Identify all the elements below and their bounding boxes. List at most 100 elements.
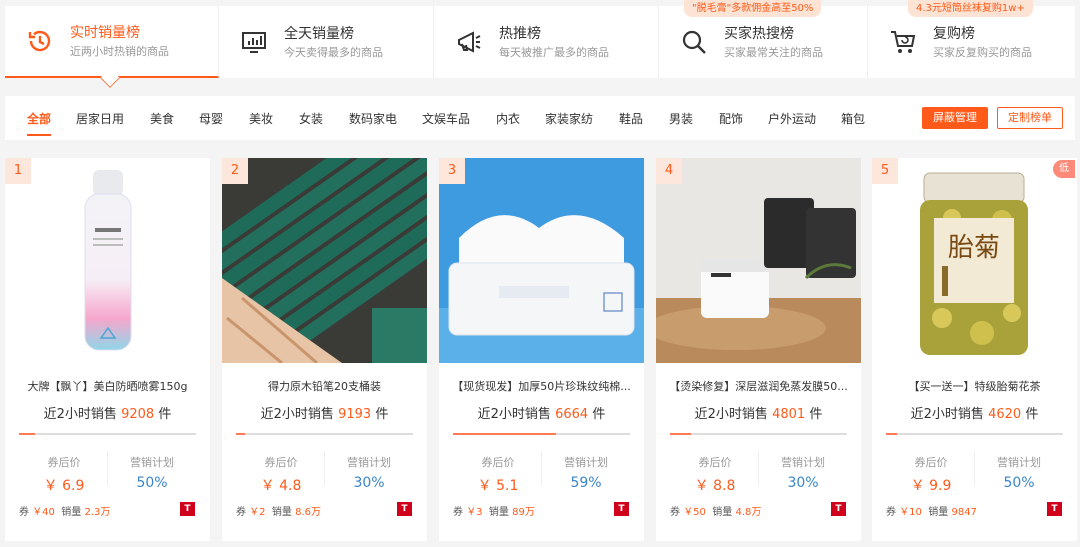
- volume-value: 89万: [512, 507, 535, 518]
- marketing-plan: 营销计划 30%: [758, 454, 848, 491]
- price-value: ￥ 6.9: [43, 478, 85, 494]
- sales-progress-fill: [670, 433, 692, 435]
- price-value: ￥ 5.1: [477, 478, 519, 494]
- coupon-value: ￥3: [466, 507, 483, 518]
- coupon-volume: 券 ￥3 销量 89万: [453, 503, 535, 518]
- rank-badge: 2: [222, 158, 248, 184]
- coupon-label: 券: [453, 507, 463, 518]
- sales-progress-bar: [886, 433, 1063, 435]
- sales-line: 近2小时销售 4620 件: [872, 403, 1077, 422]
- tab-buyer-search[interactable]: 买家热搜榜 买家最常关注的商品 "脱毛膏"多款佣金高至50%: [659, 0, 868, 78]
- tab-title: 复购榜: [933, 25, 975, 42]
- sales-line: 近2小时销售 9193 件: [222, 403, 427, 422]
- sales-line: 近2小时销售 6664 件: [439, 403, 644, 422]
- product-title[interactable]: 得力原木铅笔20支桶装: [222, 378, 427, 394]
- price-label: 券后价: [698, 456, 732, 469]
- tab-subtitle: 买家最常关注的商品: [724, 45, 823, 59]
- coupon-volume: 券 ￥50 销量 4.8万: [670, 503, 761, 518]
- active-tab-caret: [100, 68, 120, 88]
- sales-unit: 件: [1025, 407, 1039, 422]
- jar-label-text: 胎菊: [948, 233, 1000, 263]
- sales-progress-bar: [670, 433, 847, 435]
- product-title[interactable]: 【烫染修复】深层滋润免蒸发膜50...: [656, 378, 861, 394]
- category-entertainment[interactable]: 文娱车品: [422, 110, 470, 127]
- category-furnishing[interactable]: 家装家纺: [545, 110, 593, 127]
- tmall-icon: T: [1047, 502, 1062, 516]
- sales-progress-bar: [19, 433, 196, 435]
- product-image[interactable]: 胎菊: [872, 158, 1077, 363]
- product-title[interactable]: 大牌【飘丫】美白防晒喷雾150g: [5, 378, 210, 394]
- tab-subtitle: 买家反复购买的商品: [933, 45, 1032, 59]
- sales-count: 4801: [772, 407, 806, 422]
- tab-subtitle: 今天卖得最多的商品: [284, 45, 383, 59]
- sales-unit: 件: [375, 407, 389, 422]
- price-value: ￥ 8.8: [694, 478, 736, 494]
- sales-count: 6664: [555, 407, 589, 422]
- sales-count: 9208: [121, 407, 155, 422]
- price-label: 券后价: [481, 456, 515, 469]
- product-card[interactable]: 3 【现货现发】加厚50片珍珠纹纯棉... 近2小时销售 6664 件 券后价 ￥…: [439, 158, 644, 541]
- product-card[interactable]: 1 大牌【飘丫】美白防晒喷雾150g 近2小时销售 9208 件 券后价 ￥ 6.…: [5, 158, 210, 541]
- coupon-label: 券: [19, 507, 29, 518]
- product-card[interactable]: 胎菊 5 【买一送一】特级胎菊花茶 近2小时销售 4620 件 券后价 ￥ 9.9…: [872, 158, 1077, 541]
- coupon-label: 券: [886, 507, 896, 518]
- product-image[interactable]: [439, 158, 644, 363]
- price-value: ￥ 4.8: [260, 478, 302, 494]
- after-coupon-price: 券后价 ￥ 4.8: [236, 454, 326, 495]
- coupon-value: ￥10: [899, 507, 922, 518]
- tab-realtime-sales[interactable]: 实时销量榜 近两小时热销的商品: [5, 6, 219, 88]
- volume-value: 8.6万: [295, 507, 322, 518]
- category-baby[interactable]: 母婴: [199, 110, 223, 127]
- coupon-value: ￥50: [683, 507, 706, 518]
- product-title[interactable]: 【买一送一】特级胎菊花茶: [872, 378, 1077, 394]
- after-coupon-price: 券后价 ￥ 9.9: [886, 454, 976, 495]
- tab-repurchase[interactable]: 复购榜买家反复购买的商品 4.3元短筒丝袜复购1w+: [868, 0, 1075, 78]
- plan-label: 营销计划: [347, 456, 391, 469]
- coupon-label: 券: [236, 507, 246, 518]
- megaphone-icon: [454, 27, 484, 57]
- rank-badge: 1: [5, 158, 31, 184]
- category-all[interactable]: 全部: [27, 110, 52, 136]
- sales-label: 近2小时销售: [910, 407, 984, 422]
- tab-subtitle: 近两小时热销的商品: [70, 44, 169, 58]
- product-image[interactable]: [656, 158, 861, 363]
- price-value: ￥ 9.9: [910, 478, 952, 494]
- volume-label: 销量: [61, 507, 82, 518]
- sales-label: 近2小时销售: [694, 407, 768, 422]
- category-men[interactable]: 男装: [669, 110, 693, 127]
- category-digital[interactable]: 数码家电: [349, 110, 397, 127]
- sales-count: 4620: [988, 407, 1022, 422]
- plan-label: 营销计划: [130, 456, 174, 469]
- tmall-icon: T: [397, 502, 412, 516]
- coupon-volume: 券 ￥2 销量 8.6万: [236, 503, 321, 518]
- category-underwear[interactable]: 内衣: [496, 110, 520, 127]
- coupon-value: ￥40: [32, 507, 55, 518]
- product-card[interactable]: 2 得力原木铅笔20支桶装 近2小时销售 9193 件 券后价 ￥ 4.8 营销计…: [222, 158, 427, 541]
- plan-value: 30%: [787, 475, 819, 491]
- category-bags[interactable]: 箱包: [841, 110, 865, 127]
- search-icon: [679, 27, 709, 57]
- category-home[interactable]: 居家日用: [76, 110, 124, 127]
- promo-badge[interactable]: 4.3元短筒丝袜复购1w+: [908, 0, 1033, 17]
- promo-badge[interactable]: "脱毛膏"多款佣金高至50%: [684, 0, 822, 17]
- category-beauty[interactable]: 美妆: [249, 110, 273, 127]
- category-women[interactable]: 女装: [299, 110, 323, 127]
- product-title[interactable]: 【现货现发】加厚50片珍珠纹纯棉...: [439, 378, 644, 394]
- product-image[interactable]: [5, 158, 210, 363]
- tab-hot-promotion[interactable]: 热推榜 每天被推广最多的商品: [434, 6, 659, 78]
- product-image[interactable]: [222, 158, 427, 363]
- category-accessories[interactable]: 配饰: [719, 110, 743, 127]
- volume-value: 2.3万: [84, 507, 111, 518]
- price-label: 券后价: [914, 456, 948, 469]
- product-card[interactable]: 4 【烫染修复】深层滋润免蒸发膜50... 近2小时销售 4801 件 券后价 ￥…: [656, 158, 861, 541]
- coupon-label: 券: [670, 507, 680, 518]
- custom-list-button[interactable]: 定制榜单: [997, 107, 1063, 129]
- plan-value: 50%: [1003, 475, 1035, 491]
- category-food[interactable]: 美食: [150, 110, 174, 127]
- tab-allday-sales[interactable]: 全天销量榜 今天卖得最多的商品: [219, 6, 434, 78]
- category-shoes[interactable]: 鞋品: [619, 110, 643, 127]
- tab-title: 热推榜: [499, 25, 541, 42]
- block-management-button[interactable]: 屏蔽管理: [922, 107, 988, 129]
- category-outdoor[interactable]: 户外运动: [768, 110, 816, 127]
- price-label: 券后价: [264, 456, 298, 469]
